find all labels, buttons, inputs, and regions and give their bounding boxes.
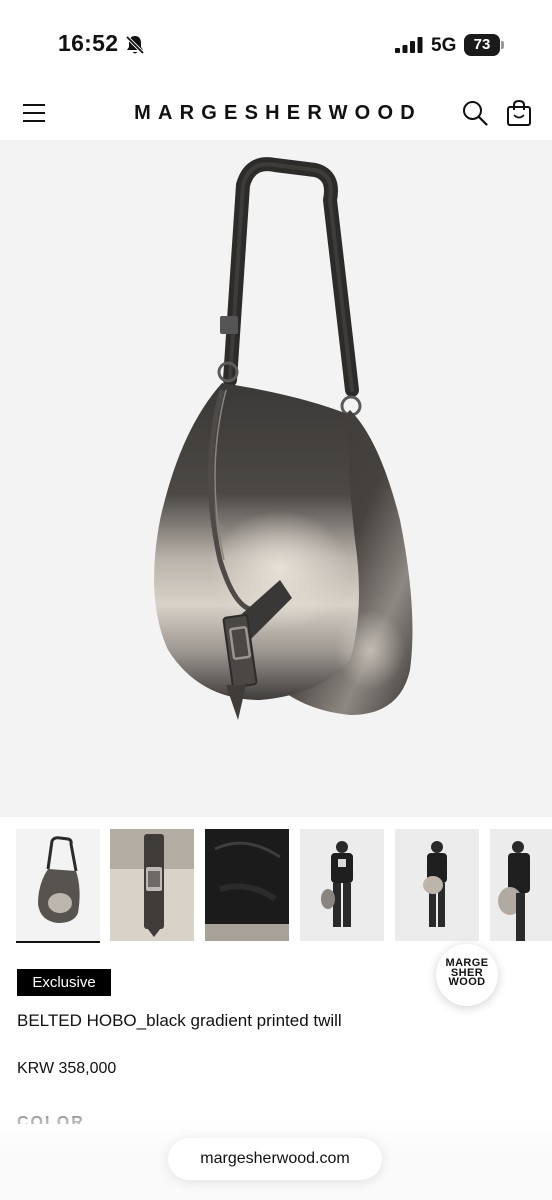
thumb-model-front[interactable] (300, 829, 384, 941)
exclusive-badge: Exclusive (17, 969, 111, 996)
network-label: 5G (431, 35, 457, 56)
hobo-bag-illustration (154, 157, 413, 720)
battery-tip (501, 41, 504, 49)
floating-logo-line3: WOOD (448, 976, 486, 988)
shopping-bag-icon[interactable] (506, 99, 532, 127)
battery-indicator: 73 (464, 34, 504, 56)
thumb-buckle-detail[interactable] (110, 829, 194, 941)
floating-brand-button[interactable]: MARGE SHER WOOD (436, 944, 498, 1006)
status-bar: 16:52 5G 73 (0, 0, 552, 90)
browser-url-bar[interactable]: margesherwood.com (168, 1138, 382, 1180)
battery-level: 73 (464, 34, 500, 56)
thumb-interior[interactable] (205, 829, 289, 941)
product-hero-image[interactable] (0, 140, 552, 817)
thumb-model-side[interactable] (395, 829, 479, 941)
thumb-model-cropped[interactable] (490, 829, 552, 941)
search-icon[interactable] (462, 100, 488, 126)
product-title: BELTED HOBO_black gradient printed twill (17, 1011, 342, 1030)
floating-logo-line1: MARGE (445, 957, 489, 969)
product-price: KRW 358,000 (17, 1060, 117, 1077)
signal-icon (395, 37, 423, 53)
status-time: 16:52 (58, 30, 119, 56)
bell-slash-icon (125, 35, 145, 55)
thumb-bag-front[interactable] (16, 829, 100, 943)
site-header: MARGESHERWOOD (0, 90, 552, 140)
thumbnail-strip (16, 829, 552, 943)
